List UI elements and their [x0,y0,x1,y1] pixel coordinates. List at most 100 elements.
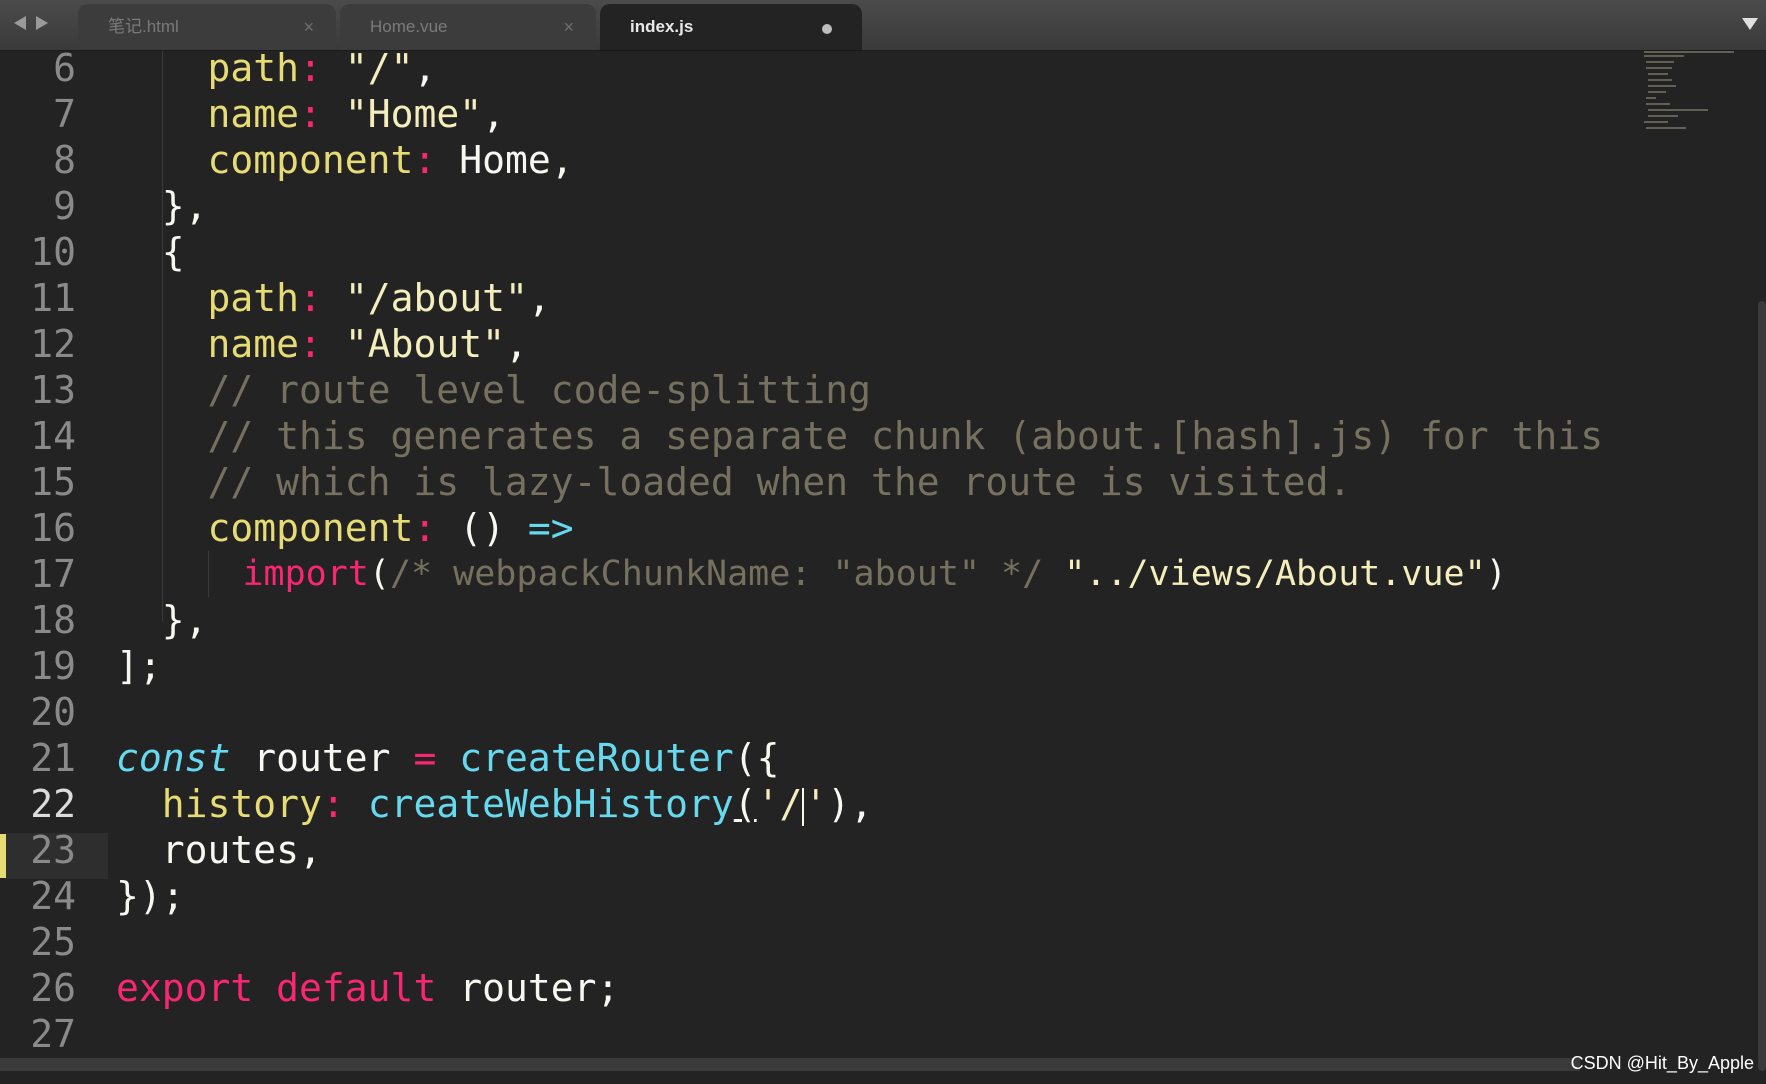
token-comment: // route level code-splitting [207,368,871,412]
code-line: const router = createRouter({ [116,735,780,781]
token-punctuation: }); [116,874,185,918]
tab-label: Home.vue [370,17,448,36]
token-punctuation: ]; [116,644,162,688]
line-number-current: 22 [30,782,76,826]
tab-index-js[interactable]: index.js [600,4,862,50]
code-line: }, [116,183,208,229]
token-comment: /* webpackChunkName: "about" */ [389,554,1044,594]
token-punctuation: , [550,138,574,182]
token-punctuation: , [413,51,437,90]
token-property: component [207,138,414,182]
chevron-down-icon[interactable] [1742,18,1758,30]
close-icon[interactable]: × [563,4,574,50]
token-string: "/" [344,51,414,90]
line-number: 23 [30,828,76,872]
token-colon: : [299,92,322,136]
line-number: 14 [30,414,76,458]
token-identifier: routes, [161,828,322,872]
line-number: 20 [30,690,76,734]
token-string: "/about" [344,276,528,320]
code-line: // this generates a separate chunk (abou… [116,413,1604,459]
token-function: createWebHistory [367,782,734,826]
editor-window: 笔记.html × Home.vue × index.js 6 7 8 9 10… [0,0,1766,1084]
token-string: ' [804,782,828,826]
token-property: name [207,322,300,366]
token-property: component [207,506,414,550]
token-comment: // this generates a separate chunk (abou… [207,414,1604,458]
token-punctuation: ( [368,554,390,594]
line-number: 18 [30,598,76,642]
token-arrow: => [527,506,574,550]
code-line: component: () => [116,505,574,551]
line-number: 10 [30,230,76,274]
minimap-line [1648,109,1708,111]
code-line: name: "About", [116,321,528,367]
tab-home-vue[interactable]: Home.vue × [340,4,596,50]
line-number: 12 [30,322,76,366]
token-keyword: default [276,966,437,1010]
token-identifier: router [253,736,391,780]
token-property: path [207,51,300,90]
minimap-line [1646,103,1670,105]
vertical-scrollbar[interactable] [1758,301,1766,1071]
token-storage: const [116,736,231,780]
code-line: routes, [116,827,322,873]
code-line: name: "Home", [116,91,505,137]
token-colon: : [413,138,437,182]
code-line: { [116,229,185,275]
code-line-current: history: createWebHistory('/'), [116,781,873,827]
minimap-line [1648,79,1672,81]
code-line: path: "/", [116,51,437,91]
token-operator: = [413,736,437,780]
tab-nav-arrows[interactable] [14,10,64,36]
token-punctuation: ; [596,966,620,1010]
tab-notes-html[interactable]: 笔记.html × [78,4,336,50]
horizontal-scrollbar[interactable] [0,1058,1580,1071]
close-icon[interactable]: × [303,4,314,50]
line-number: 27 [30,1012,76,1056]
line-number: 8 [53,138,76,182]
token-colon: : [299,276,322,320]
minimap-line [1644,51,1734,53]
token-punctuation: , [482,92,505,136]
token-punctuation: , [527,276,551,320]
minimap-line [1646,127,1686,129]
watermark-text: CSDN @Hit_By_Apple [1570,1053,1754,1073]
token-keyword: export [116,966,254,1010]
line-number: 26 [30,966,76,1010]
minimap-line [1646,97,1656,99]
line-number: 25 [30,920,76,964]
code-editor[interactable]: 6 7 8 9 10 11 12 13 14 15 16 17 18 19 20… [0,51,1640,1071]
line-number: 24 [30,874,76,918]
code-line: export default router; [116,965,619,1011]
code-line: // which is lazy-loaded when the route i… [116,459,1352,505]
arrow-left-icon[interactable] [14,16,26,30]
token-punctuation: ) [1485,554,1507,594]
arrow-right-icon[interactable] [36,16,48,30]
token-property: name [207,92,300,136]
token-punctuation: ({ [733,736,780,780]
line-number: 7 [53,92,76,136]
line-number: 13 [30,368,76,412]
token-colon: : [321,782,345,826]
line-number: 17 [30,552,76,596]
line-number: 15 [30,460,76,504]
token-colon: : [413,506,437,550]
token-punctuation: () [459,506,505,550]
minimap-line [1648,91,1666,93]
token-function: createRouter [459,736,734,780]
minimap-line [1644,121,1668,123]
token-punctuation: { [161,230,185,274]
line-number: 6 [53,51,76,90]
line-number: 16 [30,506,76,550]
minimap-line [1648,115,1678,117]
tab-label: 笔记.html [108,17,179,36]
code-line: // route level code-splitting [116,367,871,413]
minimap-line [1646,61,1674,63]
modified-dot-icon[interactable] [822,24,832,34]
token-keyword: import [242,554,369,594]
minimap[interactable] [1640,51,1766,1071]
code-line: }, [116,597,208,643]
token-string: "../views/About.vue" [1064,554,1486,594]
token-string: "About" [344,322,505,366]
